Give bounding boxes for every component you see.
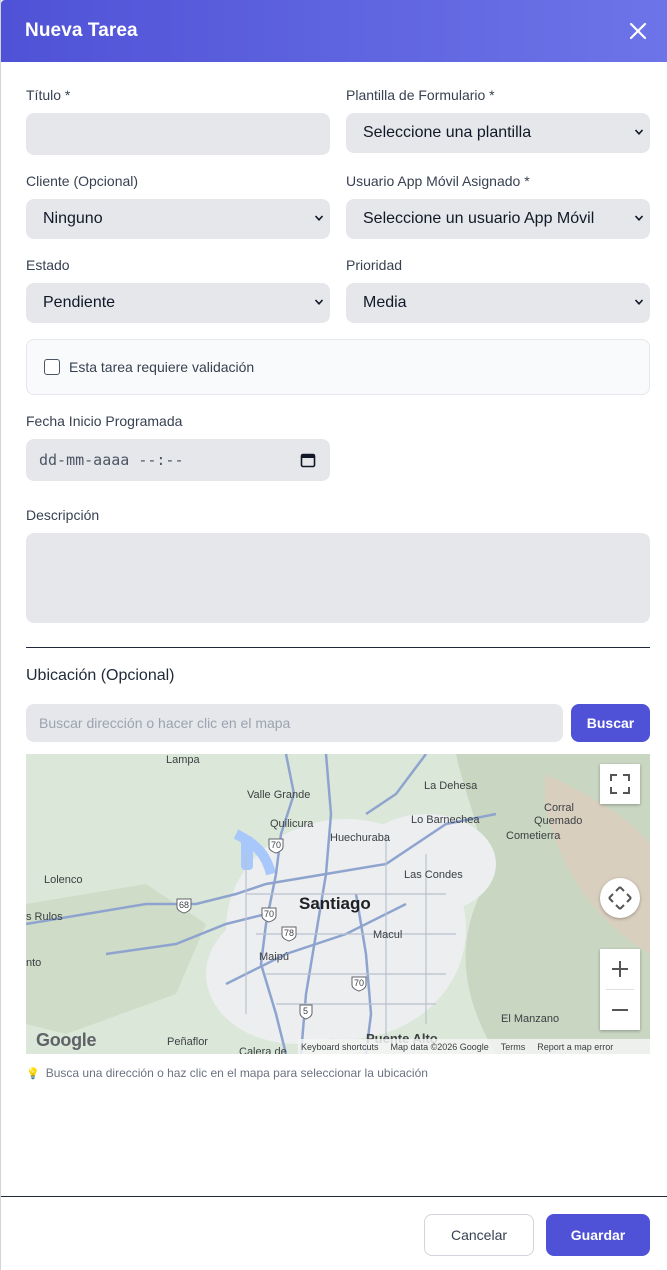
cliente-select-value: Ninguno bbox=[43, 210, 103, 227]
close-icon[interactable] bbox=[626, 19, 650, 43]
fecha-label: Fecha Inicio Programada bbox=[26, 413, 183, 429]
cancel-button[interactable]: Cancelar bbox=[424, 1214, 534, 1256]
ubicacion-title: Ubicación (Opcional) bbox=[26, 667, 175, 684]
chevron-down-icon bbox=[634, 215, 644, 221]
terms-link[interactable]: Terms bbox=[501, 1042, 526, 1052]
map-place: La Dehesa bbox=[424, 780, 478, 792]
chevron-down-icon bbox=[634, 299, 644, 305]
plantilla-label: Plantilla de Formulario * bbox=[346, 87, 495, 103]
fullscreen-button[interactable] bbox=[600, 764, 640, 804]
titulo-label: Título * bbox=[26, 87, 71, 103]
map-attribution: Keyboard shortcuts Map data ©2026 Google… bbox=[298, 1039, 650, 1054]
modal-title: Nueva Tarea bbox=[25, 20, 138, 41]
pan-arrows-icon bbox=[608, 886, 632, 910]
estado-select-value: Pendiente bbox=[43, 294, 116, 311]
map-data-text: Map data ©2026 Google bbox=[390, 1041, 489, 1052]
map-place: Lampa bbox=[166, 754, 200, 766]
route-badge-label: 68 bbox=[179, 900, 190, 910]
footer-divider bbox=[1, 1196, 667, 1197]
estado-label: Estado bbox=[26, 257, 70, 273]
lightbulb-icon: 💡 bbox=[26, 1067, 40, 1080]
map-place: Macul bbox=[373, 929, 403, 941]
fullscreen-icon bbox=[610, 774, 630, 794]
modal-header: Nueva Tarea bbox=[1, 0, 667, 62]
zoom-controls bbox=[600, 949, 640, 1030]
map-place: Peñaflor bbox=[167, 1036, 208, 1048]
validacion-panel: Esta tarea requiere validación bbox=[26, 339, 650, 395]
map-place: nto bbox=[26, 957, 42, 969]
map-place: Huechuraba bbox=[330, 832, 390, 844]
cliente-label: Cliente (Opcional) bbox=[26, 173, 139, 189]
route-badge-label: 78 bbox=[284, 928, 295, 938]
section-divider bbox=[26, 647, 650, 648]
save-button[interactable]: Guardar bbox=[546, 1214, 650, 1256]
chevron-down-icon bbox=[314, 215, 324, 221]
prioridad-label: Prioridad bbox=[346, 257, 403, 273]
google-logo: Google bbox=[36, 1030, 97, 1050]
usuario-select-value: Seleccione un usuario App Móvil bbox=[363, 210, 595, 227]
prioridad-select-value: Media bbox=[363, 294, 407, 311]
prioridad-select[interactable]: Media bbox=[346, 283, 650, 323]
map-place: Calera de bbox=[239, 1046, 287, 1054]
camera-control-button[interactable] bbox=[600, 878, 640, 918]
titulo-input[interactable] bbox=[26, 113, 330, 155]
chevron-down-icon bbox=[634, 129, 644, 135]
zoom-in-icon[interactable] bbox=[600, 949, 640, 989]
chevron-down-icon bbox=[314, 299, 324, 305]
map-place: s Rulos bbox=[26, 911, 63, 923]
route-badge-label: 5 bbox=[303, 1006, 309, 1016]
map[interactable]: Lampa La Dehesa Valle Grande Corral Quem… bbox=[26, 754, 650, 1054]
route-badge-label: 70 bbox=[271, 840, 282, 850]
calendar-icon[interactable] bbox=[300, 452, 316, 468]
map-place: Corral bbox=[544, 802, 574, 814]
new-task-modal: Nueva Tarea Título * Plantilla de Formul… bbox=[0, 0, 667, 1270]
map-place: Cometierra bbox=[506, 830, 561, 842]
map-place: Maipú bbox=[259, 951, 289, 963]
map-place: Lolenco bbox=[44, 874, 83, 886]
route-badge-label: 70 bbox=[264, 909, 275, 919]
fecha-input[interactable]: dd-mm-aaaa --:-- bbox=[26, 439, 330, 481]
fecha-placeholder: dd-mm-aaaa --:-- bbox=[39, 451, 184, 469]
validacion-checkbox[interactable] bbox=[44, 359, 60, 375]
map-place: El Manzano bbox=[501, 1013, 560, 1025]
descripcion-textarea[interactable] bbox=[26, 533, 650, 623]
validacion-label[interactable]: Esta tarea requiere validación bbox=[69, 359, 254, 375]
usuario-select[interactable]: Seleccione un usuario App Móvil bbox=[346, 199, 650, 239]
descripcion-label: Descripción bbox=[26, 507, 100, 523]
address-search-input[interactable]: Buscar dirección o hacer clic en el mapa bbox=[26, 704, 563, 742]
map-place: Quemado bbox=[534, 815, 583, 827]
keyboard-shortcuts-link[interactable]: Keyboard shortcuts bbox=[301, 1042, 379, 1052]
usuario-label: Usuario App Móvil Asignado * bbox=[346, 173, 530, 189]
map-place: Las Condes bbox=[404, 869, 463, 881]
location-hint: 💡 Busca una dirección o haz clic en el m… bbox=[26, 1066, 428, 1080]
plantilla-select[interactable]: Seleccione una plantilla bbox=[346, 113, 650, 153]
location-hint-text: Busca una dirección o haz clic en el map… bbox=[45, 1066, 428, 1080]
map-place: Valle Grande bbox=[247, 789, 311, 801]
map-city-label: Santiago bbox=[299, 894, 371, 913]
plantilla-select-value: Seleccione una plantilla bbox=[363, 124, 532, 141]
route-badge-label: 70 bbox=[354, 978, 365, 988]
map-place: Lo Barnechea bbox=[411, 814, 480, 826]
search-button[interactable]: Buscar bbox=[571, 704, 650, 742]
estado-select[interactable]: Pendiente bbox=[26, 283, 330, 323]
zoom-out-icon[interactable] bbox=[600, 990, 640, 1030]
cliente-select[interactable]: Ninguno bbox=[26, 199, 330, 239]
report-map-error-link[interactable]: Report a map error bbox=[537, 1042, 613, 1052]
map-place: Quilicura bbox=[270, 818, 314, 830]
